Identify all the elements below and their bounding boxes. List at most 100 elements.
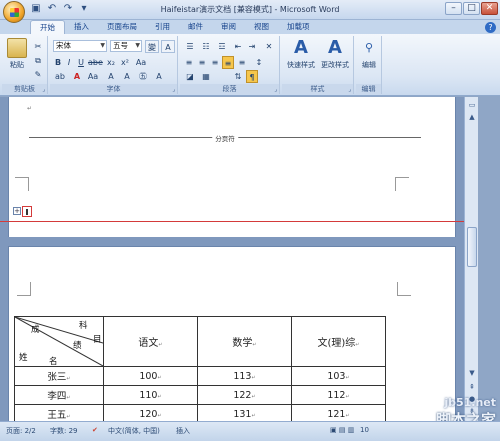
insert-mode-indicator[interactable]: 插入 [176, 426, 190, 436]
quick-styles-icon: A [294, 37, 308, 58]
table-move-handle-icon[interactable]: + [13, 207, 21, 215]
decrease-indent-icon[interactable]: ⇤ [232, 40, 244, 53]
minimize-button[interactable]: – [445, 2, 462, 15]
align-right-icon[interactable]: ≡ [209, 56, 221, 69]
clipboard-launcher-icon[interactable]: ⌟ [42, 86, 45, 93]
web-layout-icon[interactable]: ▥ [348, 426, 355, 434]
scroll-down-icon[interactable]: ▼ [466, 367, 478, 379]
scroll-up-icon[interactable]: ▲ [466, 111, 478, 123]
column-header[interactable]: 文(理)综↵ [291, 316, 386, 367]
copy-icon[interactable]: ⧉ [32, 54, 44, 67]
previous-page-icon[interactable]: ⇞ [466, 381, 478, 393]
tab-home[interactable]: 开始 [30, 20, 65, 34]
distributed-icon[interactable]: ≡ [236, 56, 248, 69]
character-scale-icon[interactable]: A [152, 70, 166, 83]
name-cell[interactable]: 张三↵ [14, 366, 104, 386]
sort-icon[interactable]: ⇅ [232, 70, 244, 83]
score-value: 110 [139, 389, 158, 401]
change-styles-button[interactable]: A 更改样式 [318, 38, 352, 70]
ruler-toggle-icon[interactable]: ▭ [466, 99, 478, 111]
styles-launcher-icon[interactable]: ⌟ [348, 86, 351, 93]
proofing-icon[interactable]: ✔ [92, 426, 98, 434]
shading-icon[interactable]: A [120, 70, 134, 83]
strikethrough-icon[interactable]: abe [88, 56, 103, 69]
cut-icon[interactable]: ✂ [32, 40, 44, 53]
clear-format-icon[interactable]: Aa [134, 56, 148, 69]
column-header[interactable]: 语文↵ [103, 316, 198, 367]
full-screen-icon[interactable]: ▤ [339, 426, 346, 434]
score-table[interactable]: 科 目 成 绩 姓 名 语文↵ 数学↵ 文(理)综↵ 张三↵ 100↵ 113↵… [14, 316, 386, 424]
score-value: 103 [327, 370, 346, 382]
grow-font-icon[interactable]: Aa [86, 70, 100, 83]
paste-button[interactable]: 粘贴 [6, 38, 28, 70]
title-bar: ▣ ↶ ↷ ▾ Haifeistar演示文档 [兼容模式] - Microsof… [0, 0, 500, 23]
enclose-characters-icon[interactable]: ㊄ [136, 70, 150, 83]
shrink-font-icon[interactable]: A [104, 70, 118, 83]
multilevel-list-icon[interactable]: ☲ [215, 40, 229, 53]
name-cell[interactable]: 李四↵ [14, 385, 104, 405]
close-button[interactable]: ✕ [481, 2, 498, 15]
superscript-icon[interactable]: x² [118, 56, 132, 69]
chevron-down-icon: ▼ [100, 42, 105, 49]
increase-indent-icon[interactable]: ⇥ [246, 40, 258, 53]
score-cell[interactable]: 100↵ [103, 366, 198, 386]
score-cell[interactable]: 110↵ [103, 385, 198, 405]
align-left-icon[interactable]: ≡ [183, 56, 195, 69]
help-icon[interactable]: ? [485, 22, 496, 33]
line-spacing-icon[interactable]: ↕ [252, 56, 266, 69]
vertical-scrollbar[interactable]: ▭ ▲ ▼ ⇞ ● ⇟ [464, 97, 478, 421]
tab-insert[interactable]: 插入 [65, 20, 98, 34]
borders-icon[interactable]: ▦ [199, 70, 213, 83]
score-cell[interactable]: 103↵ [291, 366, 386, 386]
chinese-layout-icon[interactable]: ✕ [262, 40, 276, 53]
tab-mailings[interactable]: 邮件 [179, 20, 212, 34]
paste-icon [7, 38, 27, 58]
language-indicator[interactable]: 中文(简体, 中国) [108, 426, 160, 436]
score-cell[interactable]: 113↵ [197, 366, 292, 386]
font-color-icon[interactable]: A [70, 70, 84, 83]
zoom-level[interactable]: 10 [360, 426, 369, 434]
scroll-thumb[interactable] [467, 227, 477, 267]
paragraph-launcher-icon[interactable]: ⌟ [274, 86, 277, 93]
tab-view[interactable]: 视图 [245, 20, 278, 34]
font-size-select[interactable]: 五号 ▼ [110, 40, 142, 52]
text-effect-icon[interactable]: ab [53, 70, 67, 83]
page-1[interactable]: ↵ 分页符 [8, 97, 456, 237]
align-center-icon[interactable]: ≡ [196, 56, 208, 69]
font-size-value: 五号 [113, 41, 128, 50]
subscript-icon[interactable]: x₂ [104, 56, 118, 69]
edit-button[interactable]: ⚲ 编辑 [357, 38, 381, 70]
bold-icon[interactable]: B [53, 56, 63, 69]
character-border-icon[interactable]: A [161, 40, 175, 53]
tab-addins[interactable]: 加载项 [278, 20, 319, 34]
tab-page-layout[interactable]: 页面布局 [98, 20, 146, 34]
underline-icon[interactable]: U [75, 56, 87, 69]
format-painter-icon[interactable]: ✎ [32, 68, 44, 81]
clipboard-group-label: 剪贴板 [2, 84, 47, 94]
phonetic-guide-icon[interactable]: 變 [145, 40, 159, 53]
tab-review[interactable]: 审阅 [212, 20, 245, 34]
justify-icon[interactable]: ≡ [222, 56, 234, 69]
quick-styles-button[interactable]: A 快速样式 [284, 38, 318, 70]
italic-icon[interactable]: I [64, 56, 74, 69]
page-indicator[interactable]: 页面: 2/2 [6, 426, 36, 436]
word-count[interactable]: 字数: 29 [50, 426, 78, 436]
maximize-button[interactable]: □ [463, 2, 480, 15]
font-name-select[interactable]: 宋体 ▼ [53, 40, 107, 52]
font-launcher-icon[interactable]: ⌟ [172, 86, 175, 93]
column-header[interactable]: 数学↵ [197, 316, 292, 367]
diagonal-header-cell[interactable]: 科 目 成 绩 姓 名 [14, 316, 104, 367]
margin-corner [395, 177, 409, 191]
office-button[interactable] [3, 1, 25, 23]
score-cell[interactable]: 122↵ [197, 385, 292, 405]
binoculars-icon: ⚲ [364, 41, 374, 54]
print-layout-icon[interactable]: ▣ [330, 426, 337, 434]
shading-fill-icon[interactable]: ◪ [183, 70, 197, 83]
score-cell[interactable]: 112↵ [291, 385, 386, 405]
numbering-icon[interactable]: ☷ [199, 40, 213, 53]
font-group-label: 字体 [50, 84, 177, 94]
show-marks-icon[interactable]: ¶ [246, 70, 258, 83]
bullets-icon[interactable]: ☰ [183, 40, 197, 53]
margin-corner [397, 282, 411, 296]
tab-references[interactable]: 引用 [146, 20, 179, 34]
